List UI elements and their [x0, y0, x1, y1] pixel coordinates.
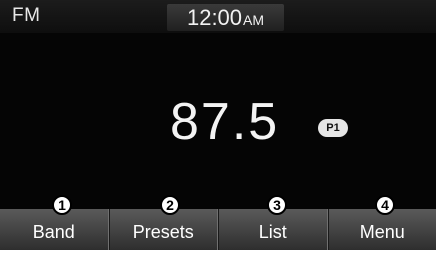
clock-ampm: AM: [243, 12, 264, 28]
band-button[interactable]: Band: [0, 209, 109, 250]
callout-4: 4: [375, 195, 395, 215]
clock: 12:00AM: [167, 4, 284, 31]
status-bar: FM 12:00AM: [0, 0, 436, 33]
band-indicator: FM: [12, 5, 40, 27]
clock-time: 12:00: [187, 5, 242, 30]
menu-button[interactable]: Menu: [328, 209, 436, 250]
callout-2: 2: [160, 195, 180, 215]
frequency-display: 87.5: [170, 92, 279, 152]
list-button[interactable]: List: [218, 209, 328, 250]
callout-1: 1: [52, 195, 72, 215]
button-bar: Band Presets List Menu: [0, 209, 436, 250]
callout-3: 3: [267, 195, 287, 215]
presets-button[interactable]: Presets: [109, 209, 219, 250]
preset-badge: P1: [318, 119, 348, 137]
